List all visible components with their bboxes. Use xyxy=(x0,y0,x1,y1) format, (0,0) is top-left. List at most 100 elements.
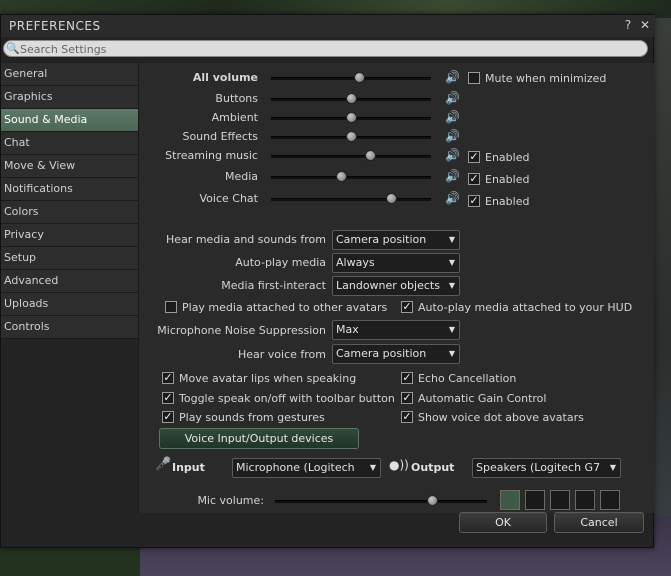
echo-cancellation-checkbox[interactable]: ✓ xyxy=(401,372,413,384)
hear-media-dropdown[interactable]: Camera position ▼ xyxy=(332,230,460,250)
output-device-value: Speakers (Logitech G7 xyxy=(476,461,601,474)
mic-volume-label: Mic volume: xyxy=(197,494,264,507)
hear-media-value: Camera position xyxy=(336,233,427,246)
mute-minimized-checkbox[interactable] xyxy=(468,72,480,84)
media-enabled-label: Enabled xyxy=(485,173,530,186)
toggle-speak-checkbox[interactable]: ✓ xyxy=(162,392,174,404)
voice-chat-volume-slider[interactable] xyxy=(271,198,431,201)
speaker-icon[interactable]: 🔊 xyxy=(445,110,460,124)
level-bar xyxy=(500,490,520,510)
output-device-dropdown[interactable]: Speakers (Logitech G7 ▼ xyxy=(472,458,621,478)
level-bar xyxy=(600,490,620,510)
voice-chat-volume-label: Voice Chat xyxy=(199,192,258,205)
mute-minimized-label: Mute when minimized xyxy=(485,72,607,85)
autoplay-hud-checkbox[interactable]: ✓ xyxy=(401,301,413,313)
autoplay-media-dropdown[interactable]: Always ▼ xyxy=(332,253,460,273)
ok-button[interactable]: OK xyxy=(459,512,547,533)
tab-chat[interactable]: Chat xyxy=(1,132,138,155)
voice-chat-volume-knob[interactable] xyxy=(386,193,397,204)
input-device-value: Microphone (Logitech xyxy=(236,461,355,474)
category-tabs: General Graphics Sound & Media Chat Move… xyxy=(1,63,138,339)
mic-volume-knob[interactable] xyxy=(426,495,438,506)
input-device-dropdown[interactable]: Microphone (Logitech ▼ xyxy=(232,458,381,478)
tab-uploads[interactable]: Uploads xyxy=(1,293,138,316)
chevron-down-icon: ▼ xyxy=(448,325,455,334)
tab-setup[interactable]: Setup xyxy=(1,247,138,270)
buttons-volume-knob[interactable] xyxy=(346,93,357,104)
help-icon[interactable]: ? xyxy=(621,18,635,32)
play-media-other-checkbox[interactable] xyxy=(165,301,177,313)
move-lips-label: Move avatar lips when speaking xyxy=(179,372,357,385)
streaming-music-enabled-label: Enabled xyxy=(485,151,530,164)
media-enabled-checkbox[interactable]: ✓ xyxy=(468,173,480,185)
gesture-sounds-checkbox[interactable]: ✓ xyxy=(162,411,174,423)
tab-graphics[interactable]: Graphics xyxy=(1,86,138,109)
speaker-icon[interactable]: 🔊 xyxy=(445,191,460,205)
autoplay-media-label: Auto-play media xyxy=(235,256,326,269)
chevron-down-icon: ▼ xyxy=(448,235,455,244)
speaker-icon[interactable]: 🔊 xyxy=(445,70,460,84)
auto-gain-checkbox[interactable]: ✓ xyxy=(401,392,413,404)
tab-controls[interactable]: Controls xyxy=(1,316,138,339)
tab-colors[interactable]: Colors xyxy=(1,201,138,224)
sound-effects-volume-knob[interactable] xyxy=(346,131,357,142)
level-bar xyxy=(525,490,545,510)
noise-suppression-label: Microphone Noise Suppression xyxy=(157,324,326,337)
sound-media-panel: All volume 🔊 Mute when minimized Buttons… xyxy=(138,63,654,513)
speaker-icon[interactable]: 🔊 xyxy=(445,148,460,162)
hear-media-label: Hear media and sounds from xyxy=(166,233,326,246)
voice-devices-button[interactable]: Voice Input/Output devices xyxy=(159,428,359,449)
chevron-down-icon: ▼ xyxy=(609,463,616,472)
speaker-icon[interactable]: 🔊 xyxy=(445,169,460,183)
chevron-down-icon: ▼ xyxy=(448,258,455,267)
hear-voice-dropdown[interactable]: Camera position ▼ xyxy=(332,344,460,364)
media-first-interact-dropdown[interactable]: Landowner objects ▼ xyxy=(332,276,460,296)
streaming-music-enabled-checkbox[interactable]: ✓ xyxy=(468,151,480,163)
search-box[interactable]: 🔍 xyxy=(3,40,648,57)
hear-voice-value: Camera position xyxy=(336,347,427,360)
ambient-volume-knob[interactable] xyxy=(346,112,357,123)
streaming-music-volume-knob[interactable] xyxy=(365,150,377,161)
voice-chat-enabled-label: Enabled xyxy=(485,195,530,208)
title-bar[interactable]: PREFERENCES ? ✕ xyxy=(1,15,655,37)
media-first-interact-value: Landowner objects xyxy=(336,279,440,292)
auto-gain-label: Automatic Gain Control xyxy=(418,392,547,405)
buttons-volume-label: Buttons xyxy=(215,92,258,105)
tab-general[interactable]: General xyxy=(1,63,138,86)
speaker-icon[interactable]: 🔊 xyxy=(445,129,460,143)
voice-dot-checkbox[interactable]: ✓ xyxy=(401,411,413,423)
media-volume-label: Media xyxy=(224,170,258,183)
speaker-waves-icon: ●)) xyxy=(389,458,409,472)
close-icon[interactable]: ✕ xyxy=(638,18,652,32)
all-volume-knob[interactable] xyxy=(354,72,365,83)
mic-volume-slider[interactable] xyxy=(275,500,487,503)
tab-sound-media[interactable]: Sound & Media xyxy=(1,109,138,132)
move-lips-checkbox[interactable]: ✓ xyxy=(162,372,174,384)
media-volume-knob[interactable] xyxy=(336,171,348,182)
hear-voice-label: Hear voice from xyxy=(237,348,326,361)
play-media-other-label: Play media attached to other avatars xyxy=(182,301,388,314)
streaming-music-volume-label: Streaming music xyxy=(165,149,258,162)
cancel-button[interactable]: Cancel xyxy=(554,512,644,533)
all-volume-slider[interactable] xyxy=(271,77,431,80)
search-input[interactable] xyxy=(20,42,640,56)
speaker-icon[interactable]: 🔊 xyxy=(445,91,460,105)
tab-privacy[interactable]: Privacy xyxy=(1,224,138,247)
echo-cancellation-label: Echo Cancellation xyxy=(418,372,517,385)
toggle-speak-label: Toggle speak on/off with toolbar button xyxy=(179,392,395,405)
level-bar xyxy=(550,490,570,510)
noise-suppression-value: Max xyxy=(336,323,359,336)
chevron-down-icon: ▼ xyxy=(448,281,455,290)
media-volume-slider[interactable] xyxy=(271,176,431,179)
input-label: Input xyxy=(172,461,205,474)
tab-notifications[interactable]: Notifications xyxy=(1,178,138,201)
streaming-music-volume-slider[interactable] xyxy=(271,155,431,158)
chevron-down-icon: ▼ xyxy=(448,349,455,358)
autoplay-hud-label: Auto-play media attached to your HUD xyxy=(418,301,633,314)
tab-advanced[interactable]: Advanced xyxy=(1,270,138,293)
tab-move-view[interactable]: Move & View xyxy=(1,155,138,178)
voice-chat-enabled-checkbox[interactable]: ✓ xyxy=(468,195,480,207)
noise-suppression-dropdown[interactable]: Max ▼ xyxy=(332,320,460,340)
output-label: Output xyxy=(411,461,455,474)
window-title: PREFERENCES xyxy=(9,19,101,33)
